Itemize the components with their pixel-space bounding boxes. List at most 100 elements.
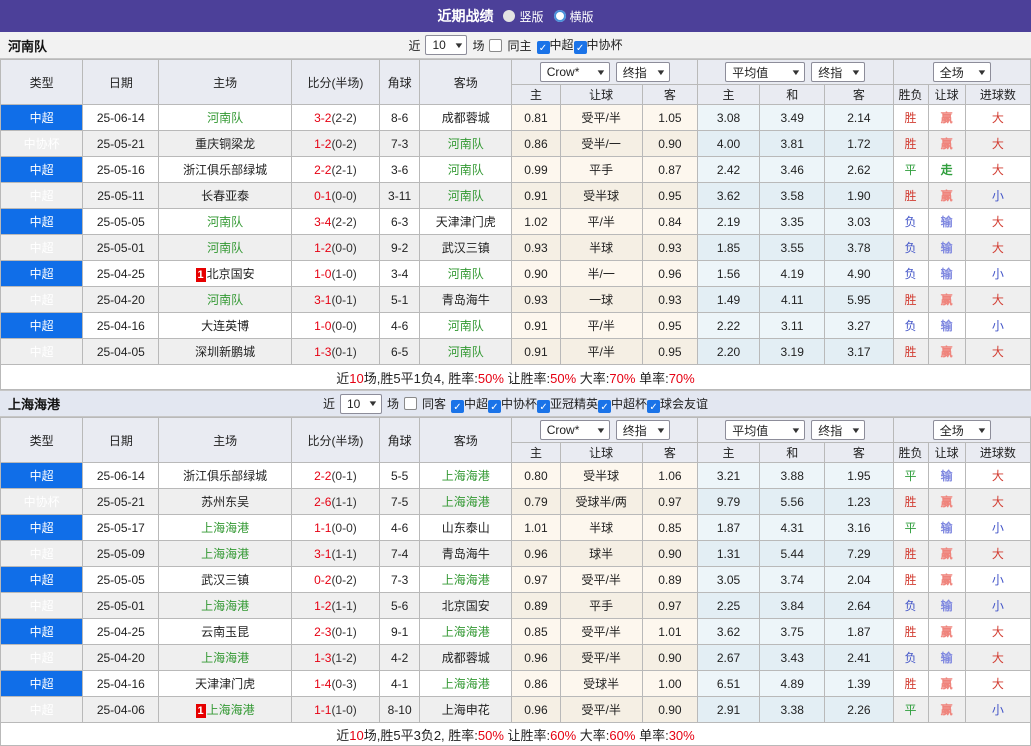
score-cell: 1-0(0-0) bbox=[290, 312, 381, 339]
avg-home-cell: 3.62 bbox=[696, 618, 761, 645]
odds-home-cell: 0.93 bbox=[511, 286, 561, 313]
bookmaker-select[interactable]: Crow* ▼ bbox=[539, 420, 610, 440]
away-team-name: 上海海港 bbox=[441, 573, 490, 587]
avg-away-cell: 3.16 bbox=[824, 514, 894, 541]
score-cell: 1-0(1-0) bbox=[290, 260, 381, 287]
result-outcome-cell: 胜 bbox=[892, 286, 929, 313]
radio-unselected-icon[interactable] bbox=[553, 10, 566, 22]
date-cell: 25-05-16 bbox=[82, 156, 160, 183]
same-side-checkbox[interactable] bbox=[403, 397, 417, 410]
match-count-select[interactable]: 10 ▼ bbox=[425, 35, 468, 55]
same-side-checkbox[interactable] bbox=[489, 38, 503, 52]
home-team-cell: 河南队 bbox=[158, 104, 292, 131]
league-cell: 中超 bbox=[0, 104, 84, 131]
avg-draw-cell: 3.55 bbox=[759, 234, 826, 261]
home-team-cell: 深圳新鹏城 bbox=[158, 338, 292, 365]
summary-segment: 70% bbox=[668, 370, 695, 386]
odds-home-cell: 0.99 bbox=[511, 156, 561, 183]
league-label: 亚冠精英 bbox=[550, 396, 599, 411]
away-team-cell: 上海海港 bbox=[419, 670, 513, 697]
match-row: 中超 25-04-25 云南玉昆 2-3(0-1) 9-1 上海海港 0.85 受平/半 1.0… bbox=[0, 618, 1031, 645]
avg-away-cell: 2.26 bbox=[824, 696, 894, 723]
home-team-cell: 云南玉昆 bbox=[158, 618, 292, 645]
avg-away-cell: 3.17 bbox=[824, 338, 894, 365]
avg-draw-cell: 3.43 bbox=[759, 644, 826, 671]
league-checkbox[interactable]: ✓ bbox=[647, 399, 661, 413]
average-select[interactable]: 平均值 ▼ bbox=[725, 420, 806, 440]
handicap-cell: 受平/半 bbox=[559, 618, 643, 645]
matches-table: 类型 日期 主场 比分(半场) 角球 客场 Crow* ▼ 终指 ▼ 平均值 ▼ 终指… bbox=[0, 417, 1031, 746]
rank-badge: 1 bbox=[195, 268, 206, 282]
away-team-name: 青岛海牛 bbox=[441, 547, 490, 561]
league-cell: 中超 bbox=[0, 644, 84, 671]
result-handicap-cell: 赢 bbox=[927, 618, 966, 645]
league-checkbox[interactable]: ✓ bbox=[488, 399, 501, 413]
score-cell: 2-2(0-1) bbox=[290, 462, 381, 489]
away-team-name: 河南队 bbox=[447, 189, 484, 203]
summary-segment: 让胜率: bbox=[503, 370, 551, 386]
league-checkbox[interactable]: ✓ bbox=[450, 399, 464, 413]
chevron-down-icon: ▼ bbox=[452, 40, 465, 50]
average-select[interactable]: 平均值 ▼ bbox=[725, 62, 806, 82]
league-checkbox[interactable]: ✓ bbox=[536, 41, 550, 54]
avg-draw-cell: 5.44 bbox=[759, 540, 826, 567]
away-team-name: 河南队 bbox=[447, 267, 484, 281]
odds-time-select[interactable]: 终指 ▼ bbox=[615, 62, 670, 82]
chevron-down-icon: ▼ bbox=[595, 425, 607, 435]
league-checkbox[interactable]: ✓ bbox=[537, 399, 551, 413]
layout-radio-horizontal[interactable]: 横版 bbox=[553, 8, 594, 25]
league-checkbox[interactable]: ✓ bbox=[598, 399, 612, 413]
result-handicap-cell: 输 bbox=[927, 234, 966, 261]
sub-header-outcome: 胜负 bbox=[892, 84, 929, 105]
fulltime-group-header: 全场 ▼ bbox=[892, 417, 1031, 443]
score-cell: 1-3(1-2) bbox=[290, 644, 381, 671]
match-count-select[interactable]: 10 ▼ bbox=[339, 393, 382, 414]
chevron-down-icon: ▼ bbox=[850, 67, 862, 77]
radio-selected-icon[interactable] bbox=[503, 10, 516, 22]
date-cell: 25-05-11 bbox=[82, 182, 160, 209]
fulltime-select[interactable]: 全场 ▼ bbox=[932, 62, 991, 82]
halftime-score: (1-1) bbox=[331, 598, 357, 613]
col-header-corner: 角球 bbox=[379, 417, 421, 463]
away-team-name: 青岛海牛 bbox=[441, 293, 490, 307]
halftime-score: (2-1) bbox=[331, 162, 357, 177]
rank-badge: 1 bbox=[195, 704, 206, 718]
odds-time-select[interactable]: 终指 ▼ bbox=[615, 420, 670, 440]
avg-draw-cell: 4.31 bbox=[759, 514, 826, 541]
home-team-name: 河南队 bbox=[207, 215, 244, 229]
match-row: 中超 25-06-14 河南队 3-2(2-2) 8-6 成都蓉城 0.81 受平/半 1.05… bbox=[0, 104, 1031, 131]
odds-home-cell: 0.86 bbox=[511, 130, 561, 157]
col-header-away: 客场 bbox=[419, 417, 513, 463]
average-time-select[interactable]: 终指 ▼ bbox=[811, 420, 866, 440]
handicap-cell: 受平/半 bbox=[559, 566, 643, 593]
match-row: 中超 25-04-16 天津津门虎 1-4(0-3) 4-1 上海海港 0.86 受球半 1.0… bbox=[0, 670, 1031, 697]
corner-cell: 4-6 bbox=[379, 312, 421, 339]
odds-home-cell: 0.91 bbox=[511, 182, 561, 209]
away-team-cell: 河南队 bbox=[419, 156, 513, 183]
sub-header-goals: 进球数 bbox=[964, 84, 1031, 105]
result-goals-cell: 大 bbox=[964, 540, 1031, 567]
result-goals-cell: 大 bbox=[964, 488, 1031, 515]
result-goals-cell: 大 bbox=[964, 156, 1031, 183]
avg-away-cell: 3.03 bbox=[824, 208, 894, 235]
result-outcome-cell: 平 bbox=[892, 514, 929, 541]
fulltime-select[interactable]: 全场 ▼ bbox=[932, 420, 991, 440]
odds-home-cell: 0.93 bbox=[511, 234, 561, 261]
sub-header-avg-draw: 和 bbox=[759, 84, 826, 105]
result-handicap-cell: 赢 bbox=[927, 670, 966, 697]
odds-away-cell: 0.85 bbox=[641, 514, 698, 541]
home-team-cell: 长春亚泰 bbox=[158, 182, 292, 209]
layout-radio-vertical[interactable]: 竖版 bbox=[503, 8, 544, 25]
average-time-select[interactable]: 终指 ▼ bbox=[811, 62, 866, 82]
league-checkbox[interactable]: ✓ bbox=[573, 41, 587, 54]
result-goals-cell: 小 bbox=[964, 182, 1031, 209]
result-outcome-cell: 胜 bbox=[892, 540, 929, 567]
league-cell: 中超 bbox=[0, 156, 84, 183]
odds-away-cell: 1.01 bbox=[641, 618, 698, 645]
same-side-label: 同客 bbox=[421, 397, 446, 411]
bookmaker-select[interactable]: Crow* ▼ bbox=[539, 62, 610, 82]
away-team-cell: 武汉三镇 bbox=[419, 234, 513, 261]
home-team-name: 浙江俱乐部绿城 bbox=[183, 469, 268, 483]
league-label: 中超 bbox=[549, 38, 574, 52]
chevron-down-icon: ▼ bbox=[655, 425, 667, 435]
